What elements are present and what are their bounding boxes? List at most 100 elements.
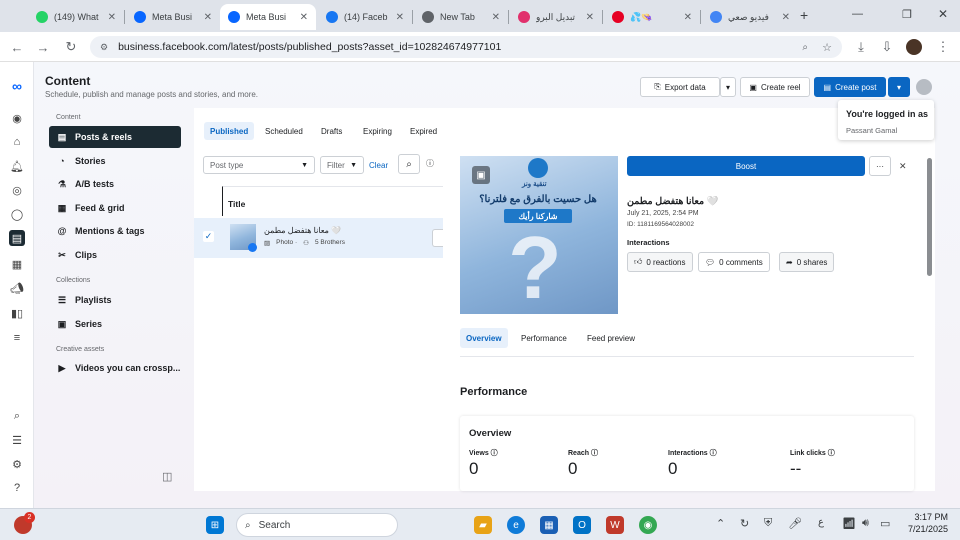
collapse-sidebar-icon[interactable]: ◫	[162, 470, 172, 483]
tab-scheduled[interactable]: Scheduled	[259, 122, 309, 140]
sidebar-item-series[interactable]: ▣ Series	[49, 313, 181, 335]
install-app-icon[interactable]: ⇩	[878, 38, 896, 56]
wifi-icon[interactable]: 📶︎	[842, 517, 856, 530]
wps-icon[interactable]: W	[606, 516, 624, 534]
close-tab-icon[interactable]: ✕	[492, 12, 500, 23]
home-icon[interactable]: ⌂	[9, 134, 25, 150]
more-options-button[interactable]: ···	[869, 156, 891, 176]
outlook-icon[interactable]: O	[573, 516, 591, 534]
tab-overview[interactable]: Overview	[460, 328, 508, 348]
windows-start-icon[interactable]: ⊞	[206, 516, 224, 534]
sidebar-item-ab-tests[interactable]: ⚗ A/B tests	[49, 173, 181, 195]
content-icon[interactable]: ▤	[9, 230, 25, 246]
info-icon[interactable]: ⓘ	[710, 450, 717, 457]
info-icon[interactable]: ⓘ	[828, 450, 835, 457]
search-icon[interactable]: ⌕	[9, 408, 25, 424]
sidebar-item-stories[interactable]: ◔ Stories	[49, 150, 181, 172]
shares-button[interactable]: ➦ 0 shares	[779, 252, 835, 272]
browser-tab[interactable]: (14) Faceb ✕	[318, 4, 412, 30]
comments-button[interactable]: 💬︎ 0 comments	[698, 252, 770, 272]
info-icon[interactable]: ⓘ	[426, 158, 434, 169]
microphone-icon[interactable]: 🎤︎	[788, 517, 802, 530]
filter-select[interactable]: Filter ▼	[320, 156, 364, 174]
battery-icon[interactable]: ▭	[880, 517, 890, 530]
browser-tab[interactable]: Meta Busi ✕	[126, 4, 220, 30]
sync-icon[interactable]: ↻	[740, 517, 749, 530]
megaphone-icon[interactable]: 📣︎	[9, 280, 25, 296]
input-language[interactable]: ع	[818, 517, 824, 528]
browser-tab[interactable]: 💦👒 ✕	[604, 4, 700, 30]
edge-browser-icon[interactable]: e	[507, 516, 525, 534]
list-icon[interactable]: ☰	[9, 432, 25, 448]
security-icon[interactable]: ⛨	[764, 517, 772, 530]
info-icon[interactable]: ⓘ	[491, 450, 498, 457]
browser-tab[interactable]: تبديل البرو ✕	[510, 4, 602, 30]
post-type-select[interactable]: Post type ▼	[203, 156, 315, 174]
close-detail-icon[interactable]: ✕	[899, 161, 907, 172]
download-icon[interactable]: ⤓	[852, 38, 870, 56]
all-tools-icon[interactable]: ≡	[9, 330, 25, 346]
notifications-icon[interactable]: 🔔︎	[9, 158, 25, 174]
browser-tab[interactable]: New Tab ✕	[414, 4, 508, 30]
close-tab-icon[interactable]: ✕	[300, 12, 308, 23]
settings-gear-icon[interactable]: ⚙	[9, 456, 25, 472]
show-hidden-icons-chevron[interactable]: ⌃	[716, 517, 725, 530]
bookmark-star-icon[interactable]: ☆	[822, 41, 832, 54]
close-tab-icon[interactable]: ✕	[782, 12, 790, 23]
tab-feed-preview[interactable]: Feed preview	[581, 328, 641, 348]
browser-menu-icon[interactable]: ⋮	[934, 38, 952, 56]
insights-icon[interactable]: ▮▯	[9, 305, 25, 321]
close-tab-icon[interactable]: ✕	[586, 12, 594, 23]
browser-tab-active[interactable]: Meta Busi ✕	[220, 4, 316, 30]
sidebar-item-clips[interactable]: ✂ Clips	[49, 244, 181, 266]
reload-icon[interactable]: ↻	[62, 38, 80, 56]
page-avatar-icon[interactable]: ◉	[9, 110, 25, 126]
minimize-icon[interactable]: —	[852, 8, 863, 20]
clear-filters-link[interactable]: Clear	[369, 161, 388, 170]
close-tab-icon[interactable]: ✕	[204, 12, 212, 23]
sidebar-item-playlists[interactable]: ☰ Playlists	[49, 289, 181, 311]
tab-drafts[interactable]: Drafts	[315, 122, 348, 140]
file-explorer-icon[interactable]: ▰	[474, 516, 492, 534]
volume-icon[interactable]: 🔊︎	[862, 517, 869, 530]
browser-tab[interactable]: (149) What ✕	[28, 4, 124, 30]
meta-logo-icon[interactable]: ∞	[7, 78, 27, 94]
tab-published[interactable]: Published	[204, 122, 255, 140]
reactions-button[interactable]: 👍︎ 0 reactions	[627, 252, 693, 272]
tab-performance[interactable]: Performance	[515, 328, 573, 348]
store-icon[interactable]: ▦	[540, 516, 558, 534]
maximize-icon[interactable]: ❐	[902, 8, 912, 21]
close-tab-icon[interactable]: ✕	[684, 12, 692, 23]
close-window-icon[interactable]: ✕	[938, 7, 948, 21]
calendar-icon[interactable]: ▦	[9, 256, 25, 272]
chrome-icon[interactable]: ◉	[639, 516, 657, 534]
taskbar-search-box[interactable]: ⌕ Search	[236, 513, 398, 537]
info-icon[interactable]: ⓘ	[591, 450, 598, 457]
tab-expired[interactable]: Expired	[404, 122, 443, 140]
forward-icon[interactable]: →	[34, 38, 52, 56]
profile-avatar[interactable]	[906, 39, 922, 55]
tab-expiring[interactable]: Expiring	[357, 122, 398, 140]
sidebar-item-crosspost-videos[interactable]: ▶ Videos you can crossp...	[49, 357, 181, 379]
account-avatar[interactable]	[916, 79, 932, 95]
close-tab-icon[interactable]: ✕	[396, 12, 404, 23]
sidebar-item-feed-grid[interactable]: ▦ Feed & grid	[49, 197, 181, 219]
back-icon[interactable]: ←	[8, 38, 26, 56]
site-info-icon[interactable]: ⚙	[100, 42, 108, 53]
export-data-button[interactable]: ⎘ Export data	[640, 77, 720, 97]
create-post-dropdown-button[interactable]: ▾	[888, 77, 910, 97]
zoom-icon[interactable]: ⌕	[802, 42, 808, 53]
browser-tab[interactable]: فيديو صعي ✕	[702, 4, 798, 30]
sidebar-item-mentions-tags[interactable]: @ Mentions & tags	[49, 220, 181, 242]
table-row[interactable]: ✓ معانا هتفضل مطمن 🤍 ▨ Photo · ⚇ 5 Broth…	[194, 218, 444, 258]
search-button[interactable]: ⌕	[398, 154, 420, 174]
taskbar-clock[interactable]: 3:17 PM 7/21/2025	[896, 512, 948, 534]
export-dropdown-button[interactable]: ▾	[720, 77, 736, 97]
sidebar-item-posts-reels[interactable]: ▤ Posts & reels	[49, 126, 181, 148]
address-bar[interactable]: ⚙ business.facebook.com/latest/posts/pub…	[90, 36, 842, 58]
create-reel-button[interactable]: ▣ Create reel	[740, 77, 810, 97]
compass-icon[interactable]: ◎	[9, 182, 25, 198]
help-icon[interactable]: ?	[9, 480, 25, 496]
detail-scrollbar[interactable]	[927, 158, 932, 276]
close-tab-icon[interactable]: ✕	[108, 12, 116, 23]
